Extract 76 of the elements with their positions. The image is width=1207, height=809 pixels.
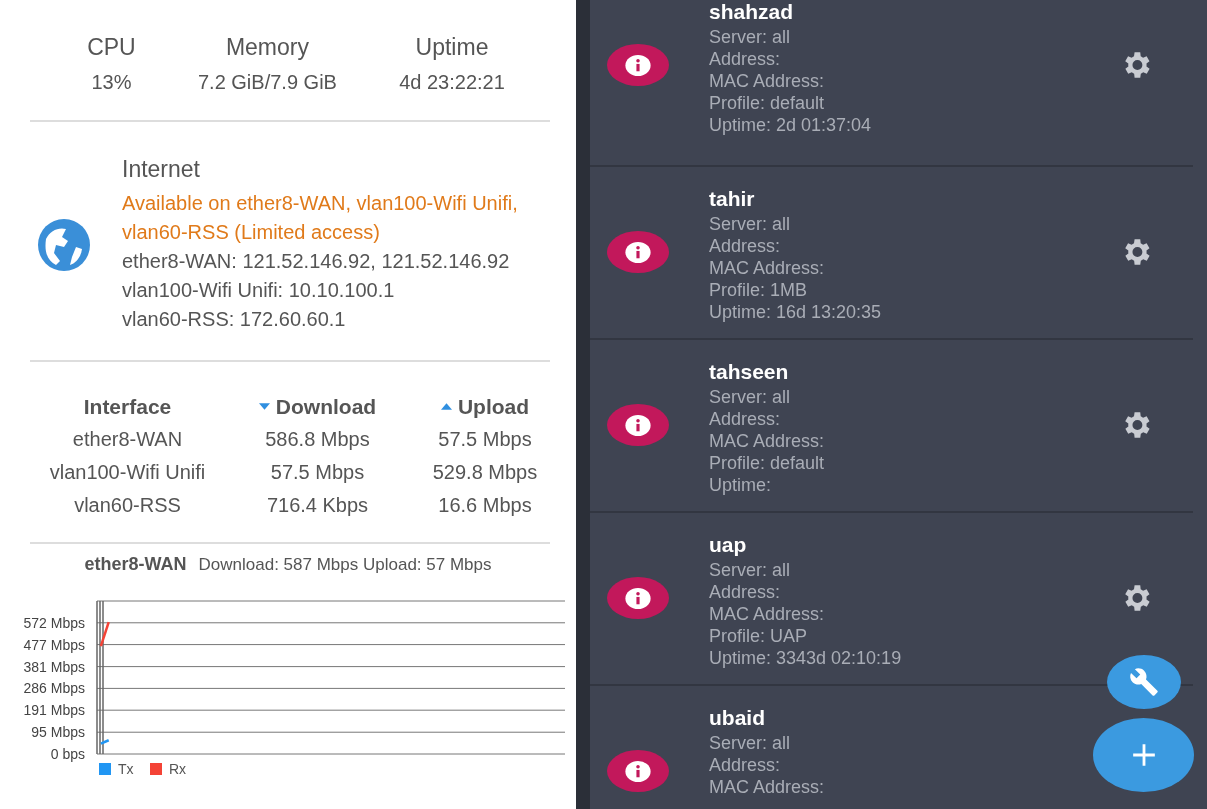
- info-icon: [625, 414, 651, 436]
- internet-title: Internet: [122, 156, 201, 183]
- user-detail: Address:: [709, 754, 781, 776]
- stat-value: 13%: [91, 71, 132, 94]
- user-detail: Address:: [709, 408, 781, 430]
- graph-interface: ether8-WAN: [84, 554, 187, 575]
- info-icon: [625, 587, 651, 609]
- column-header: Upload: [457, 394, 530, 420]
- user-name: uap: [709, 532, 747, 558]
- user-detail: Profile: UAP: [709, 625, 808, 647]
- user-detail: MAC Address:: [709, 603, 825, 625]
- user-detail: Uptime: 3343d 02:10:19: [709, 647, 902, 669]
- wrench-icon: [1129, 667, 1159, 697]
- legend-swatch: [99, 763, 111, 775]
- stat-label: CPU: [87, 34, 136, 61]
- user-detail: Address:: [709, 235, 781, 257]
- interface-address: ether8-WAN: 121.52.146.92, 121.52.146.92: [122, 249, 511, 274]
- stat-label: Memory: [225, 34, 309, 61]
- y-axis-label: 95 Mbps: [31, 724, 85, 741]
- table-cell-text: vlan100-Wifi Unifi: [49, 460, 206, 485]
- y-axis-label: 191 Mbps: [23, 702, 85, 719]
- user-detail: Server: all: [709, 26, 791, 48]
- table-cell-text: 529.8 Mbps: [432, 460, 538, 485]
- user-detail: MAC Address:: [709, 257, 825, 279]
- user-detail: Profile: 1MB: [709, 279, 808, 301]
- table-cell-text: 586.8 Mbps: [265, 427, 370, 452]
- interface-address: vlan60-RSS: 172.60.60.1: [122, 307, 347, 332]
- user-detail: Uptime:: [709, 474, 771, 496]
- user-detail: MAC Address:: [709, 70, 825, 92]
- up-triangle-icon: [440, 403, 452, 410]
- user-detail: MAC Address:: [709, 776, 825, 798]
- table-cell-text: 16.6 Mbps: [438, 493, 532, 518]
- table-cell-text: 57.5 Mbps: [270, 460, 365, 485]
- user-detail: Server: all: [709, 732, 791, 754]
- user-detail: Uptime: 16d 13:20:35: [709, 301, 882, 323]
- stat-value: 4d 23:22:21: [399, 71, 505, 94]
- user-name: tahir: [709, 186, 755, 212]
- user-detail: Server: all: [709, 386, 791, 408]
- series-line: [99, 621, 110, 647]
- stat-label: Uptime: [415, 34, 489, 61]
- user-detail: Uptime: 2d 01:37:04: [709, 114, 872, 136]
- column-header: Interface: [83, 394, 172, 420]
- user-detail: Address:: [709, 581, 781, 603]
- down-triangle-icon: [258, 403, 270, 410]
- column-header: Download: [275, 394, 377, 420]
- globe-icon: [36, 217, 92, 273]
- table-cell-text: vlan60-RSS: [74, 493, 181, 518]
- user-detail: Profile: default: [709, 92, 825, 114]
- y-axis-label: 286 Mbps: [23, 680, 85, 697]
- y-axis-label: 572 Mbps: [23, 614, 85, 631]
- y-axis-label: 0 bps: [50, 746, 85, 762]
- user-detail: Server: all: [709, 559, 791, 581]
- table-cell-text: ether8-WAN: [72, 427, 183, 452]
- legend-label: Rx: [169, 761, 187, 777]
- user-name: tahseen: [709, 359, 789, 385]
- user-detail: Profile: default: [709, 452, 825, 474]
- info-icon: [625, 760, 651, 782]
- table-cell-text: 716.4 Kbps: [266, 493, 369, 518]
- info-icon: [625, 54, 651, 76]
- stat-value: 7.2 GiB/7.9 GiB: [197, 71, 337, 94]
- internet-status: Available on ether8-WAN, vlan100-Wifi Unifi, vlan60-RSS (Limited access): [122, 191, 519, 245]
- interface-address: vlan100-Wifi Unifi: 10.10.100.1: [122, 278, 396, 303]
- y-axis-label: 381 Mbps: [23, 658, 85, 675]
- user-detail: MAC Address:: [709, 430, 825, 452]
- series-line: [100, 739, 110, 745]
- legend-swatch: [150, 763, 162, 775]
- user-detail: Address:: [709, 48, 781, 70]
- table-cell-text: 57.5 Mbps: [438, 427, 532, 452]
- user-detail: Server: all: [709, 213, 791, 235]
- user-name: shahzad: [709, 0, 794, 25]
- user-name: ubaid: [709, 705, 765, 731]
- graph-summary: Download: 587 Mbps Upload: 57 Mbps: [198, 555, 492, 575]
- legend-label: Tx: [118, 761, 134, 777]
- plus-icon: [1130, 742, 1157, 768]
- y-axis-label: 477 Mbps: [23, 636, 85, 653]
- info-icon: [625, 241, 651, 263]
